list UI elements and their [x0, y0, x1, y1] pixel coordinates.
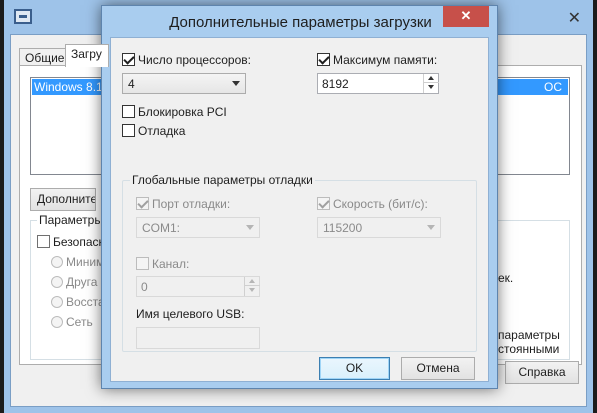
- chevron-down-icon: [246, 225, 254, 230]
- channel-value: 0: [141, 280, 148, 294]
- debug-port-checkbox[interactable]: Порт отладки:: [136, 197, 230, 211]
- spin-up-arrow-icon[interactable]: [245, 277, 260, 286]
- close-icon[interactable]: ✕: [443, 6, 489, 27]
- pci-lock-checkbox-box[interactable]: [122, 105, 135, 118]
- debug-port-checkbox-box[interactable]: [136, 197, 149, 210]
- max-memory-checkbox-box[interactable]: [317, 53, 330, 66]
- processors-label: Число процессоров:: [138, 53, 251, 67]
- baud-rate-checkbox-box[interactable]: [317, 197, 330, 210]
- processors-combo[interactable]: 4: [122, 73, 246, 94]
- global-debug-settings-title: Глобальные параметры отладки: [130, 173, 315, 187]
- os-list-item-suffix: ОС: [544, 80, 562, 94]
- background-right-text-2: параметры: [498, 328, 560, 342]
- max-memory-spin-buttons: [423, 74, 439, 93]
- dialog-title: Дополнительные параметры загрузки: [169, 14, 432, 31]
- baud-rate-checkbox[interactable]: Скорость (бит/с):: [317, 197, 428, 211]
- help-button[interactable]: Справка: [505, 361, 579, 384]
- tab-boot[interactable]: Загру: [65, 44, 109, 67]
- debug-label: Отладка: [138, 124, 186, 138]
- baud-rate-value: 115200: [323, 221, 363, 235]
- max-memory-label: Максимум памяти:: [333, 53, 438, 67]
- debug-port-label: Порт отладки:: [152, 197, 231, 211]
- radio-minimal-label: Миним: [66, 255, 105, 269]
- spin-down-arrow-icon[interactable]: [424, 83, 439, 92]
- radio-repair-circle[interactable]: [51, 296, 63, 308]
- max-memory-spinner[interactable]: 8192: [317, 73, 439, 94]
- dialog-client-area: Число процессоров: 4 Максимум памяти: 81…: [110, 37, 489, 382]
- tab-general[interactable]: Общие: [19, 48, 71, 66]
- debug-port-value: COM1:: [142, 221, 181, 235]
- radio-repair[interactable]: Восста: [51, 295, 105, 309]
- radio-network-label: Сеть: [66, 315, 93, 329]
- spin-down-arrow-icon[interactable]: [245, 286, 260, 295]
- os-list-item-name: Windows 8.1: [34, 80, 103, 94]
- baud-rate-label: Скорость (бит/с):: [333, 197, 428, 211]
- channel-spin-buttons: [244, 277, 260, 296]
- advanced-options-button[interactable]: Дополнительн: [30, 188, 96, 211]
- usb-target-label: Имя целевого USB:: [136, 307, 245, 321]
- background-right-text-3: стоянными: [498, 342, 560, 356]
- processors-checkbox-box[interactable]: [122, 53, 135, 66]
- radio-minimal-circle[interactable]: [51, 256, 63, 268]
- chevron-down-icon: [232, 81, 240, 86]
- radio-minimal[interactable]: Миним: [51, 255, 104, 269]
- debug-port-combo[interactable]: COM1:: [136, 217, 260, 238]
- channel-spinner[interactable]: 0: [136, 276, 260, 297]
- pci-lock-checkbox[interactable]: Блокировка PCI: [122, 105, 227, 119]
- safe-boot-label: Безопасн: [53, 235, 106, 249]
- background-close-icon[interactable]: ✕: [568, 8, 581, 28]
- processors-checkbox[interactable]: Число процессоров:: [122, 53, 251, 67]
- max-memory-value: 8192: [322, 77, 349, 91]
- safe-boot-checkbox[interactable]: Безопасн: [37, 235, 105, 249]
- advanced-boot-options-dialog: Дополнительные параметры загрузки ✕ Числ…: [101, 5, 498, 389]
- safe-boot-checkbox-box[interactable]: [37, 235, 50, 248]
- channel-checkbox[interactable]: Канал:: [136, 257, 189, 271]
- radio-repair-label: Восста: [66, 295, 105, 309]
- radio-alternate-circle[interactable]: [51, 276, 63, 288]
- usb-target-input[interactable]: [136, 327, 260, 349]
- baud-rate-combo[interactable]: 115200: [317, 217, 441, 238]
- max-memory-checkbox[interactable]: Максимум памяти:: [317, 53, 437, 67]
- background-right-text-1: ек.: [498, 271, 514, 285]
- cancel-button[interactable]: Отмена: [401, 357, 475, 380]
- channel-label: Канал:: [152, 257, 190, 271]
- boot-options-group-title: Параметры: [37, 213, 105, 227]
- chevron-down-icon: [427, 225, 435, 230]
- radio-alternate[interactable]: Друга: [51, 275, 97, 289]
- processors-combo-value: 4: [128, 77, 135, 91]
- global-debug-settings-group: Глобальные параметры отладки Порт отладк…: [122, 173, 477, 352]
- radio-alternate-label: Друга: [66, 275, 98, 289]
- channel-checkbox-box[interactable]: [136, 257, 149, 270]
- debug-checkbox-box[interactable]: [122, 124, 135, 137]
- debug-checkbox[interactable]: Отладка: [122, 124, 185, 138]
- app-icon: [14, 9, 32, 24]
- radio-network-circle[interactable]: [51, 316, 63, 328]
- pci-lock-label: Блокировка PCI: [138, 105, 227, 119]
- radio-network[interactable]: Сеть: [51, 315, 93, 329]
- spin-up-arrow-icon[interactable]: [424, 74, 439, 83]
- ok-button[interactable]: OK: [319, 357, 390, 380]
